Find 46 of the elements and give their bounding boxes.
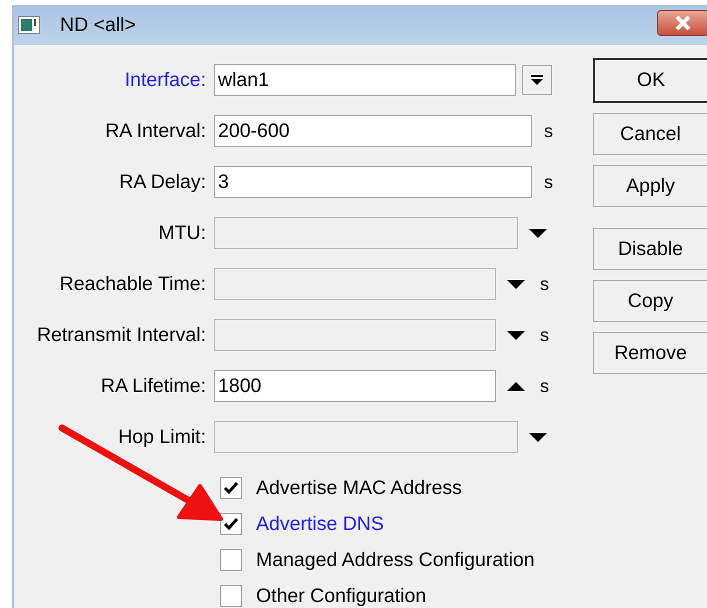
unit-label: s xyxy=(544,172,553,192)
field-label: MTU: xyxy=(157,222,207,244)
checkbox-label: Managed Address Configuration xyxy=(256,548,535,572)
window-title: ND <all> xyxy=(60,14,136,36)
field-label: RA Delay: xyxy=(118,170,207,194)
checkbox[interactable] xyxy=(220,585,242,607)
dialog-button[interactable]: Disable xyxy=(593,228,707,270)
dialog-button[interactable]: Copy xyxy=(593,280,707,322)
down-arrow-icon[interactable] xyxy=(507,280,525,288)
unit-label: s xyxy=(540,324,549,346)
input-field[interactable] xyxy=(214,217,518,249)
field-label: RA Lifetime: xyxy=(100,374,207,398)
input-field[interactable]: wlan1 xyxy=(214,64,516,96)
input-field[interactable] xyxy=(214,319,496,351)
checkbox[interactable] xyxy=(220,477,242,499)
field-label: Reachable Time: xyxy=(58,272,207,296)
unit-label: s xyxy=(540,274,549,294)
field-label: RA Interval: xyxy=(104,120,207,142)
input-field[interactable] xyxy=(214,421,518,453)
dialog-button[interactable]: Remove xyxy=(593,332,707,374)
input-field[interactable]: 1800 xyxy=(214,370,496,402)
down-arrow-icon[interactable] xyxy=(529,432,547,442)
close-icon xyxy=(674,15,692,31)
unit-label: s xyxy=(540,376,549,396)
input-field[interactable] xyxy=(214,268,496,300)
dropdown-button[interactable] xyxy=(522,65,552,95)
input-field[interactable]: 200-600 xyxy=(214,115,532,147)
checkbox-label: Other Configuration xyxy=(256,584,426,608)
field-label: Interface: xyxy=(124,68,207,92)
dialog-button[interactable]: OK xyxy=(593,58,707,103)
field-label: Retransmit Interval: xyxy=(36,324,207,346)
window-icon xyxy=(18,16,40,34)
field-label: Hop Limit: xyxy=(117,426,207,448)
close-button[interactable] xyxy=(657,10,707,36)
checkbox[interactable] xyxy=(220,549,242,571)
dialog-button[interactable]: Apply xyxy=(593,165,707,207)
checkbox-label: Advertise DNS xyxy=(256,512,384,536)
down-arrow-icon[interactable] xyxy=(529,228,547,238)
down-arrow-icon[interactable] xyxy=(507,330,525,340)
input-field[interactable]: 3 xyxy=(214,166,532,198)
dropdown-arrow-icon xyxy=(530,74,544,86)
checkbox[interactable] xyxy=(220,513,242,535)
up-arrow-icon[interactable] xyxy=(507,382,525,390)
checkbox-label: Advertise MAC Address xyxy=(256,476,462,500)
dialog-button[interactable]: Cancel xyxy=(593,113,707,155)
unit-label: s xyxy=(544,120,553,142)
